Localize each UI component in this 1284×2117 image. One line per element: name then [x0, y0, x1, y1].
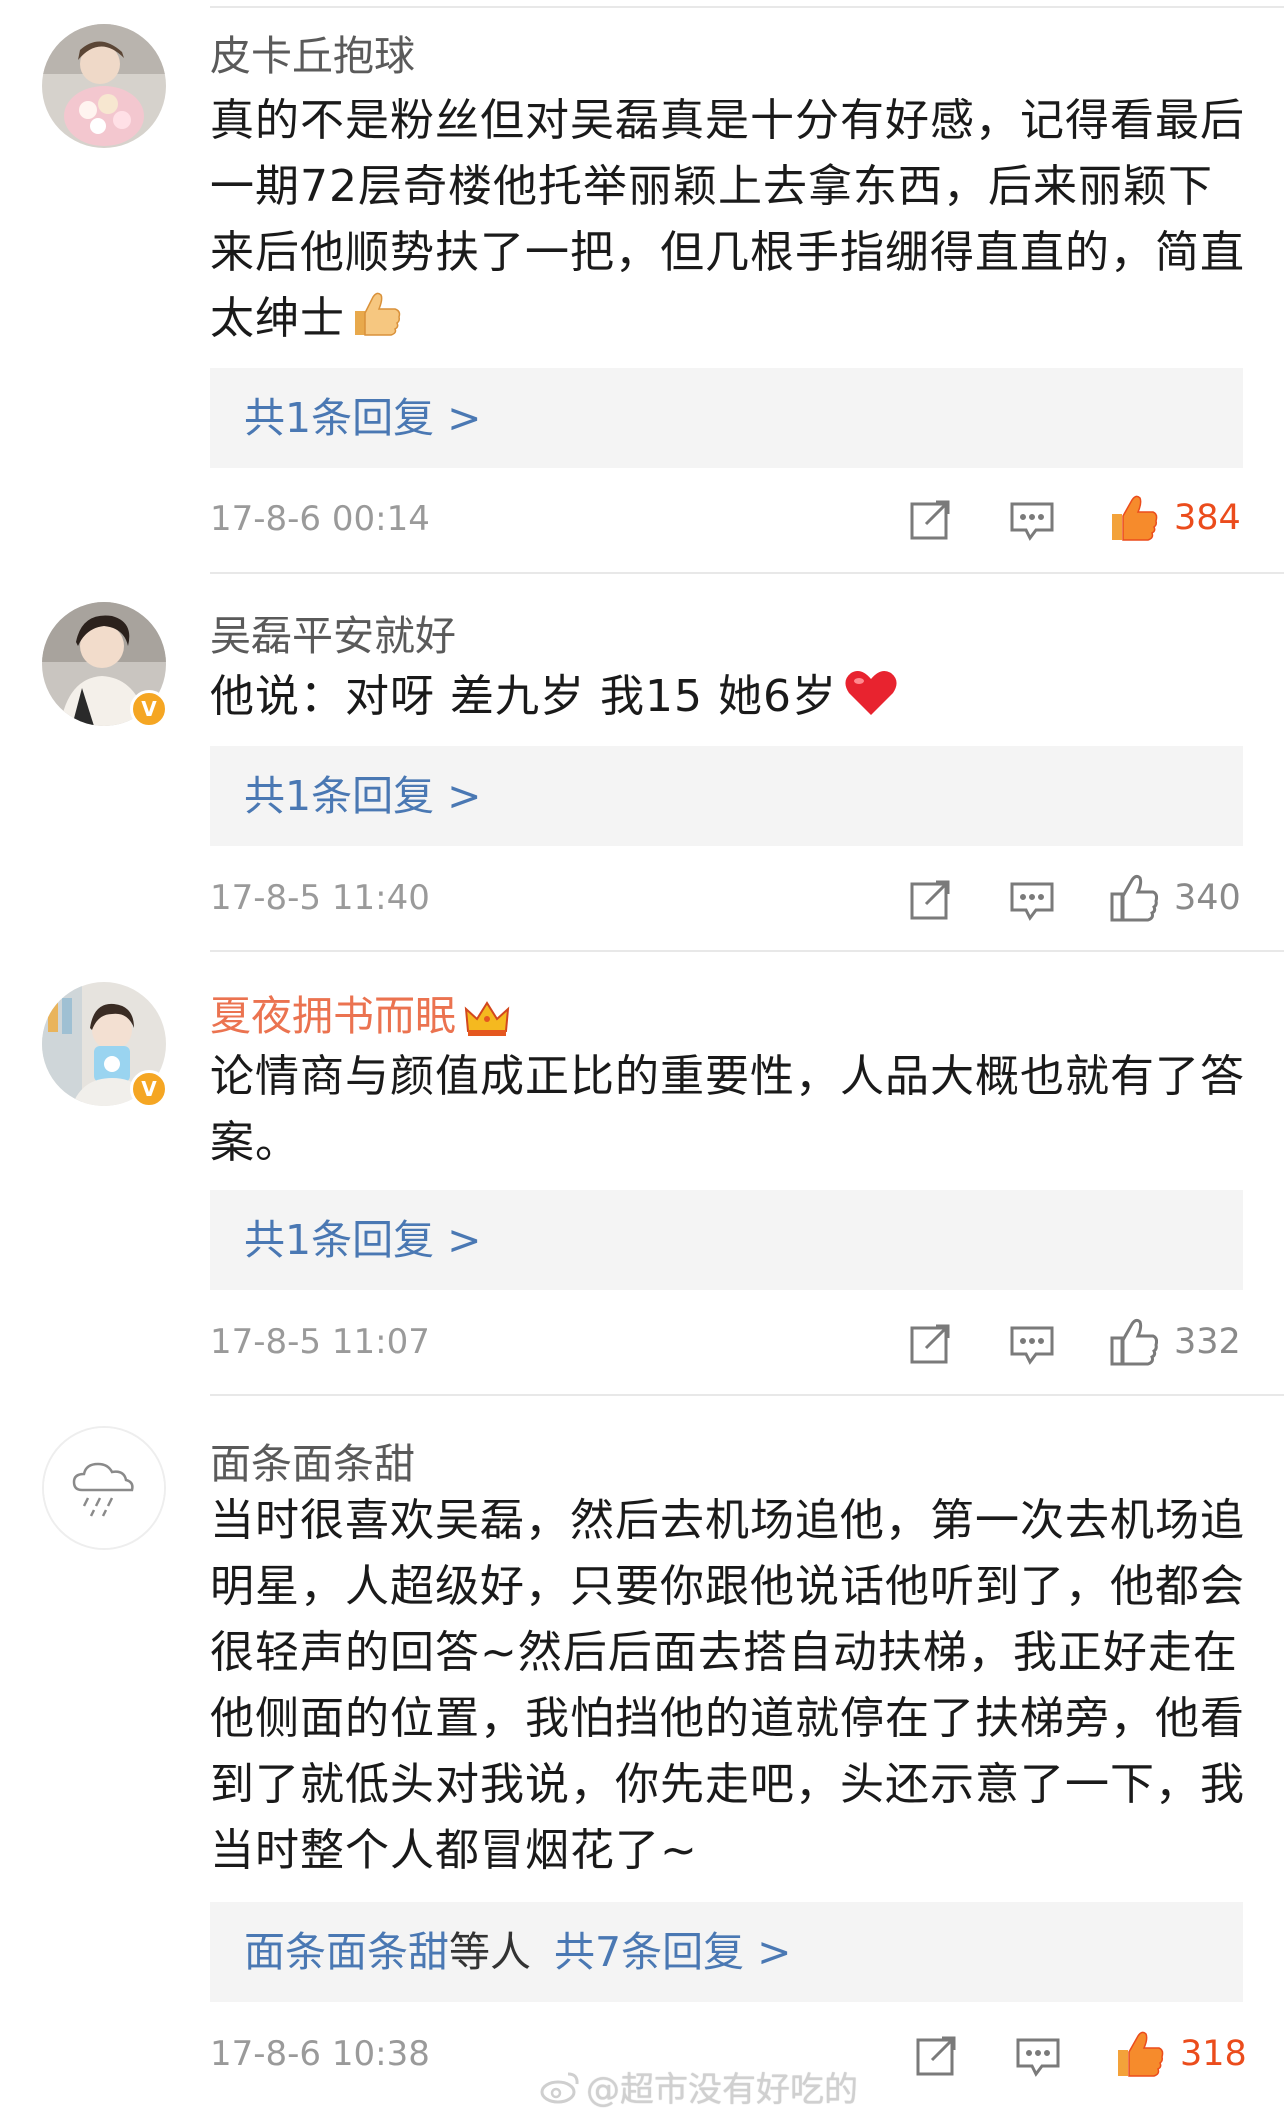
- divider: [210, 572, 1284, 574]
- divider-top: [210, 6, 1284, 8]
- watermark: @超市没有好吃的: [540, 2062, 858, 2113]
- comment-text-content: 当时很喜欢吴磊，然后去机场追他，第一次去机场追明星，人超级好，只要你跟他说话他听…: [210, 1495, 1245, 1876]
- divider: [210, 950, 1284, 952]
- reply-summary[interactable]: 共1条回复 >: [210, 368, 1243, 468]
- comment-text: 真的不是粉丝但对吴磊真是十分有好感，记得看最后一期72层奇楼他托举丽颖上去拿东西…: [210, 88, 1250, 358]
- reply-count-link[interactable]: 共1条回复 >: [244, 1216, 481, 1264]
- like-icon[interactable]: [1114, 2030, 1164, 2078]
- username[interactable]: 皮卡丘抱球: [210, 22, 415, 82]
- reply-count-link[interactable]: 共7条回复 >: [554, 1928, 791, 1976]
- comment-icon[interactable]: [1008, 1320, 1056, 1368]
- like-count: 332: [1174, 1322, 1241, 1362]
- timestamp: 17-8-5 11:40: [210, 878, 430, 918]
- like-count: 318: [1180, 2034, 1247, 2074]
- username[interactable]: 吴磊平安就好: [210, 602, 456, 662]
- red-heart-emoji-icon: [843, 669, 899, 736]
- avatar[interactable]: [42, 1426, 166, 1550]
- reply-summary[interactable]: 共1条回复 >: [210, 1190, 1243, 1290]
- crown-icon: [464, 999, 510, 1039]
- comment-text-content: 论情商与颜值成正比的重要性，人品大概也就有了答案。: [210, 1051, 1245, 1168]
- comment-text: 他说：对呀 差九岁 我15 她6岁: [210, 664, 1250, 736]
- reply-summary[interactable]: 共1条回复 >: [210, 746, 1243, 846]
- reply-user-link[interactable]: 面条面条甜: [244, 1928, 449, 1976]
- thumbs-up-emoji-icon: [351, 291, 401, 358]
- like-icon[interactable]: [1108, 874, 1159, 922]
- share-icon[interactable]: [912, 2032, 960, 2080]
- verified-badge: V: [130, 1070, 168, 1108]
- comment-icon[interactable]: [1008, 876, 1056, 924]
- share-icon[interactable]: [906, 496, 954, 544]
- comment-text: 当时很喜欢吴磊，然后去机场追他，第一次去机场追明星，人超级好，只要你跟他说话他听…: [210, 1488, 1250, 1884]
- watermark-text: @超市没有好吃的: [586, 2070, 858, 2110]
- username[interactable]: 夏夜拥书而眠: [210, 982, 510, 1042]
- timestamp: 17-8-6 10:38: [210, 2034, 430, 2074]
- timestamp: 17-8-5 11:07: [210, 1322, 430, 1362]
- share-icon[interactable]: [906, 876, 954, 924]
- like-count: 384: [1174, 498, 1241, 538]
- reply-count-link[interactable]: 共1条回复 >: [244, 394, 481, 442]
- weibo-logo-icon: [540, 2070, 580, 2113]
- share-icon[interactable]: [906, 1320, 954, 1368]
- reply-others-text: 等人: [449, 1928, 531, 1976]
- timestamp: 17-8-6 00:14: [210, 499, 430, 539]
- username-text: 夏夜拥书而眠: [210, 992, 456, 1040]
- comment-icon[interactable]: [1014, 2032, 1062, 2080]
- like-icon[interactable]: [1108, 1318, 1159, 1366]
- cloud-rain-avatar-icon: [44, 1428, 164, 1548]
- reply-count-link[interactable]: 共1条回复 >: [244, 772, 481, 820]
- avatar[interactable]: [42, 24, 166, 148]
- divider: [210, 1394, 1284, 1396]
- comment-text-content: 他说：对呀 差九岁 我15 她6岁: [210, 671, 837, 722]
- comment-text: 论情商与颜值成正比的重要性，人品大概也就有了答案。: [210, 1044, 1250, 1176]
- username[interactable]: 面条面条甜: [210, 1430, 415, 1490]
- like-icon[interactable]: [1108, 494, 1158, 542]
- like-count: 340: [1174, 878, 1241, 918]
- verified-badge: V: [130, 690, 168, 728]
- comment-icon[interactable]: [1008, 496, 1056, 544]
- reply-summary[interactable]: 面条面条甜等人 共7条回复 >: [210, 1902, 1243, 2002]
